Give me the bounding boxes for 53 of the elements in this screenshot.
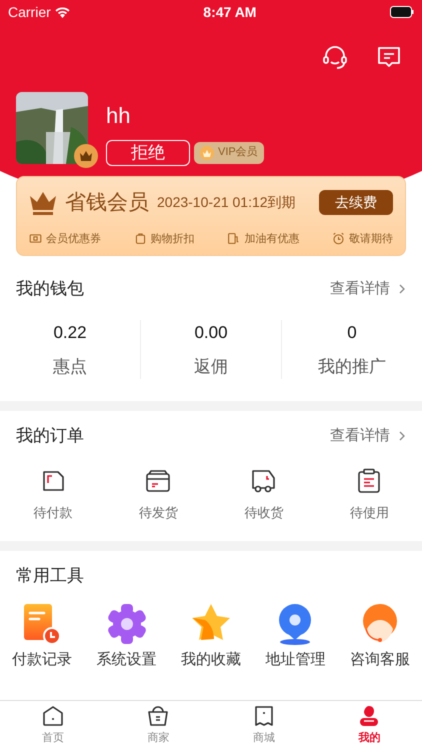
- headset-icon[interactable]: [322, 44, 348, 70]
- stat-value: 0.22: [53, 322, 87, 344]
- user-name: hh: [106, 102, 132, 130]
- expiry-date: 2023-10-21 01:12到期: [157, 193, 296, 212]
- tab-item[interactable]: 商家: [106, 701, 211, 750]
- wifi-icon: [54, 6, 70, 18]
- renew-button[interactable]: 去续费: [319, 190, 393, 216]
- order-status-item[interactable]: 待付款: [0, 467, 106, 522]
- section-title: 我的订单: [16, 425, 84, 448]
- tool-item[interactable]: 付款记录: [0, 600, 84, 671]
- tab-item[interactable]: 首页: [0, 701, 106, 750]
- perk-label: 会员优惠券: [46, 232, 101, 246]
- order-status-item[interactable]: 待使用: [316, 467, 422, 522]
- section-title: 常用工具: [16, 564, 84, 587]
- view-details-link[interactable]: 查看详情: [330, 424, 406, 448]
- order-status-item[interactable]: 待收货: [211, 467, 316, 522]
- ticket-icon: [29, 232, 42, 246]
- section-title: 我的钱包: [16, 278, 84, 300]
- perk-label: 购物折扣: [150, 232, 195, 246]
- order-status-item[interactable]: 待发货: [106, 467, 211, 522]
- clock-time: 8:47 AM: [203, 2, 256, 22]
- bag-icon: [134, 232, 147, 246]
- carrier-label: Carrier: [8, 2, 51, 22]
- tab-item[interactable]: 我的: [316, 701, 422, 750]
- stat-label: 返佣: [194, 356, 228, 378]
- alarm-clock-icon: [332, 232, 345, 246]
- perk-label: 加油有优惠: [244, 232, 300, 246]
- tool-item[interactable]: 我的收藏: [168, 600, 254, 671]
- membership-title: 省钱会员: [65, 190, 149, 216]
- home-icon: [40, 704, 65, 728]
- box-icon: [144, 467, 172, 495]
- decline-button[interactable]: 拒绝: [106, 140, 190, 166]
- view-details-link[interactable]: 查看详情: [330, 278, 406, 300]
- crown-icon: [29, 190, 57, 216]
- chevron-right-icon: [398, 430, 406, 442]
- stat-value: 0: [347, 322, 357, 344]
- crown-badge-icon: [74, 144, 98, 168]
- stat-value: 0.00: [194, 322, 228, 344]
- vip-badge: VIP会员: [194, 142, 264, 164]
- perk-label: 敬请期待: [348, 232, 393, 246]
- tool-item[interactable]: 系统设置: [84, 600, 169, 671]
- crown-icon: [200, 146, 214, 160]
- message-icon[interactable]: [376, 44, 402, 70]
- tool-item[interactable]: 咨询客服: [338, 600, 422, 671]
- stat-label: 我的推广: [318, 356, 386, 378]
- tab-item[interactable]: 商城: [211, 701, 316, 750]
- truck-icon: [250, 467, 278, 495]
- basket-icon: [146, 704, 170, 728]
- chevron-right-icon: [398, 283, 406, 295]
- fuel-pump-icon: [227, 232, 240, 246]
- tool-item[interactable]: 地址管理: [253, 600, 338, 671]
- battery-icon: [390, 6, 414, 18]
- stat-label: 惠点: [53, 356, 87, 378]
